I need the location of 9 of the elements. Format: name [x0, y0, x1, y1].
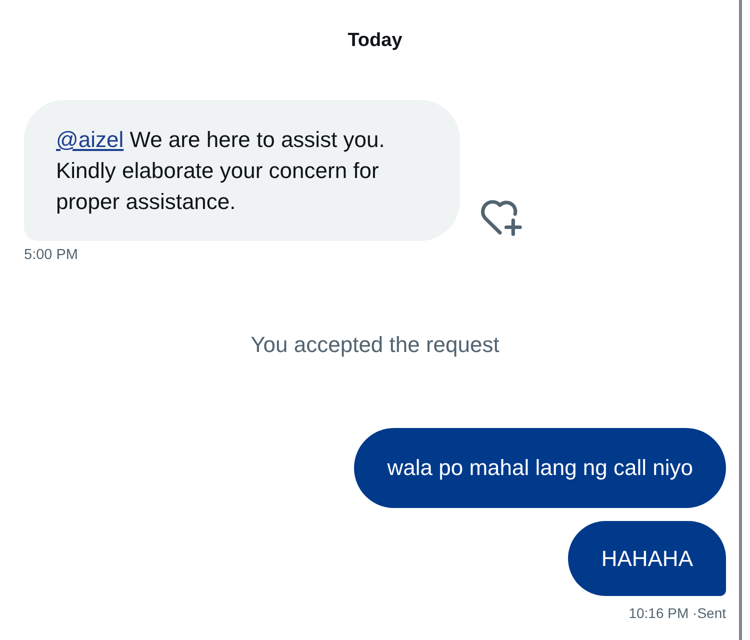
heart-plus-icon[interactable]	[480, 199, 522, 237]
sent-message-bubble: HAHAHA	[568, 521, 726, 596]
request-accepted-notice: You accepted the request	[250, 332, 500, 358]
sent-status: 10:16 PM ·Sent	[628, 605, 726, 622]
mention-link[interactable]: @aizel	[56, 127, 124, 152]
message-text: @aizel We are here to assist you. Kindly elaborate your concern for proper assistance.	[56, 126, 386, 216]
sent-message-bubble: wala po mahal lang ng call niyo	[354, 428, 726, 508]
message-time: 5:00 PM	[24, 247, 78, 264]
date-divider-label: Today	[348, 30, 402, 52]
